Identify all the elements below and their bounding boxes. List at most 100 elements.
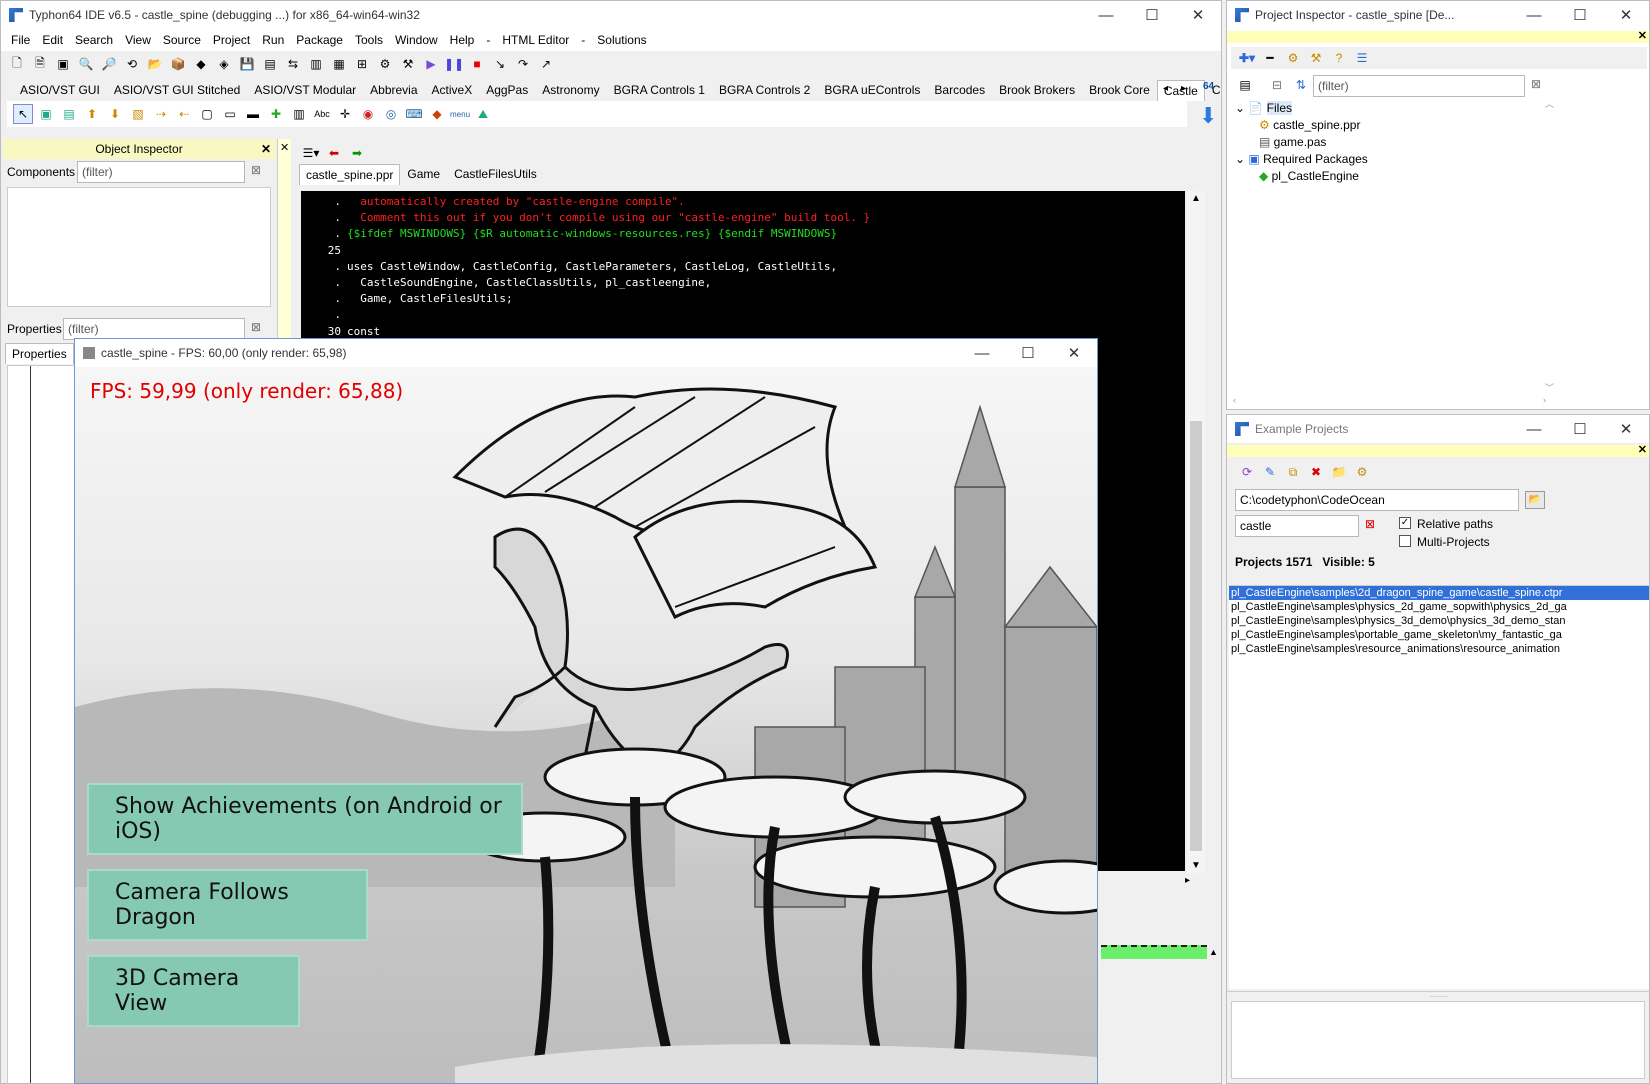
- list-item[interactable]: pl_CastleEngine\samples\resource_animati…: [1229, 642, 1649, 656]
- find-next-icon[interactable]: 🔎: [99, 54, 119, 74]
- ep-search-clear-icon[interactable]: ⊠: [1365, 517, 1375, 531]
- components-filter-clear-icon[interactable]: ⊠: [251, 163, 261, 177]
- castle-crosshair-icon[interactable]: ✛: [335, 104, 355, 124]
- pi-tree-view-icon[interactable]: ▤: [1235, 75, 1255, 95]
- menu-item-10[interactable]: Help: [444, 33, 481, 47]
- castle-terrain-icon[interactable]: ⛰: [473, 104, 493, 124]
- step-out-icon[interactable]: ↗: [536, 54, 556, 74]
- pi-add-icon[interactable]: ✚▾: [1237, 48, 1257, 68]
- castle-panel-icon[interactable]: ▥: [289, 104, 309, 124]
- run-icon[interactable]: ▶: [421, 54, 441, 74]
- code-line[interactable]: CastleSoundEngine, CastleClassUtils, pl_…: [347, 276, 711, 289]
- replace-icon[interactable]: ⟲: [122, 54, 142, 74]
- tree-item[interactable]: ⌄ ▣ Required Packages: [1235, 152, 1368, 166]
- multi-projects-checkbox[interactable]: [1399, 535, 1411, 547]
- editor-tab-1[interactable]: Game: [400, 163, 447, 185]
- ep-maximize-icon[interactable]: ☐: [1557, 415, 1603, 443]
- pi-scroll-up-icon[interactable]: ︿: [1545, 97, 1554, 110]
- find-icon[interactable]: 🔍: [76, 54, 96, 74]
- new-project-icon[interactable]: ▣: [53, 54, 73, 74]
- pi-hscroll-left-icon[interactable]: ‹: [1233, 395, 1236, 405]
- object-inspector-close-icon[interactable]: ✕: [261, 139, 271, 159]
- palette-tab-5[interactable]: AggPas: [479, 79, 535, 101]
- castle-3d-icon[interactable]: ▧: [128, 104, 148, 124]
- minimize-icon[interactable]: —: [1083, 1, 1129, 29]
- show-achievements-button[interactable]: Show Achievements (on Android or iOS): [87, 783, 523, 855]
- scroll-up-icon[interactable]: ▲: [1191, 193, 1201, 204]
- maximize-icon[interactable]: ☐: [1129, 1, 1175, 29]
- step-into-icon[interactable]: ↘: [490, 54, 510, 74]
- package-icon[interactable]: ◆: [191, 54, 211, 74]
- castle-keyboard-icon[interactable]: ⌨: [404, 104, 424, 124]
- editor-close-icon[interactable]: ✕: [280, 141, 289, 154]
- castle-load-icon[interactable]: ⇢: [151, 104, 171, 124]
- list-item[interactable]: pl_CastleEngine\samples\physics_2d_game_…: [1229, 600, 1649, 614]
- tree-item[interactable]: ◆ pl_CastleEngine: [1259, 169, 1359, 183]
- castle-window-icon[interactable]: ▢: [197, 104, 217, 124]
- code-line[interactable]: Comment this out if you don't compile us…: [347, 211, 870, 224]
- game-minimize-icon[interactable]: —: [959, 339, 1005, 367]
- castle-timer-icon[interactable]: ◎: [381, 104, 401, 124]
- pi-close-icon[interactable]: ✕: [1603, 1, 1649, 29]
- new-form-icon[interactable]: 🗎: [30, 54, 50, 74]
- list-item[interactable]: pl_CastleEngine\samples\physics_3d_demo\…: [1229, 614, 1649, 628]
- pi-sort-icon[interactable]: ☰: [1352, 48, 1372, 68]
- list-item[interactable]: pl_CastleEngine\samples\2d_dragon_spine_…: [1229, 586, 1649, 600]
- messages-scroll-up-icon[interactable]: ▲: [1209, 947, 1218, 957]
- pi-options-icon[interactable]: ⚙: [1283, 48, 1303, 68]
- components-tree[interactable]: [7, 187, 271, 307]
- menu-item-3[interactable]: View: [119, 33, 157, 47]
- ep-refresh-icon[interactable]: ⟳: [1237, 462, 1257, 482]
- pi-hscroll-right-icon[interactable]: ›: [1543, 395, 1546, 405]
- pause-icon[interactable]: ❚❚: [444, 54, 464, 74]
- menu-item-4[interactable]: Source: [157, 33, 207, 47]
- toggle-icon[interactable]: ⇆: [283, 54, 303, 74]
- jump-back-icon[interactable]: ⬅: [324, 143, 344, 163]
- ep-settings-icon[interactable]: ⚙: [1352, 462, 1372, 482]
- game-canvas[interactable]: FPS: 59,99 (only render: 65,88) Show Ach…: [75, 367, 1097, 1083]
- relative-paths-checkbox[interactable]: ✓: [1399, 517, 1411, 529]
- menu-item-9[interactable]: Window: [389, 33, 444, 47]
- editor-tab-2[interactable]: CastleFilesUtils: [447, 163, 544, 185]
- palette-tab-7[interactable]: BGRA Controls 1: [607, 79, 712, 101]
- menu-item-7[interactable]: Package: [290, 33, 349, 47]
- editor-hscroll-right-icon[interactable]: ▸: [1185, 875, 1190, 886]
- ep-browse-folder-icon[interactable]: 📂: [1525, 491, 1545, 509]
- menu-item-6[interactable]: Run: [256, 33, 290, 47]
- castle-control-icon[interactable]: ▣: [36, 104, 56, 124]
- menu-item-2[interactable]: Search: [69, 33, 119, 47]
- view-forms-icon[interactable]: ▦: [329, 54, 349, 74]
- scroll-thumb[interactable]: [1190, 421, 1202, 851]
- 3d-camera-view-button[interactable]: 3D Camera View: [87, 955, 300, 1027]
- pi-scroll-down-icon[interactable]: ﹀: [1545, 381, 1554, 394]
- castle-2d-control-icon[interactable]: ▤: [59, 104, 79, 124]
- menu-item-1[interactable]: Edit: [36, 33, 69, 47]
- pi-remove-icon[interactable]: ━: [1260, 48, 1280, 68]
- castle-save-icon[interactable]: ⇠: [174, 104, 194, 124]
- code-line[interactable]: {$ifdef MSWINDOWS} {$R automatic-windows…: [347, 227, 837, 240]
- pi-maximize-icon[interactable]: ☐: [1557, 1, 1603, 29]
- ep-path-input[interactable]: C:\codetyphon\CodeOcean: [1235, 489, 1519, 511]
- menu-item-12[interactable]: HTML Editor: [496, 33, 575, 47]
- camera-follows-dragon-button[interactable]: Camera Follows Dragon: [87, 869, 368, 941]
- close-icon[interactable]: ✕: [1175, 1, 1221, 29]
- palette-scroll-right-icon[interactable]: ▸: [1181, 83, 1186, 94]
- pi-dirs-icon[interactable]: ⊟: [1267, 75, 1287, 95]
- pi-help-icon[interactable]: ?: [1329, 48, 1349, 68]
- jump-forward-icon[interactable]: ➡: [347, 143, 367, 163]
- save-all-icon[interactable]: ▤: [260, 54, 280, 74]
- castle-menu-icon[interactable]: menu: [450, 104, 470, 124]
- ep-minimize-icon[interactable]: —: [1511, 415, 1557, 443]
- ep-strip-close-icon[interactable]: ✕: [1638, 443, 1647, 456]
- palette-tab-11[interactable]: Brook Brokers: [992, 79, 1082, 101]
- editor-vscroll[interactable]: ▲ ▼: [1187, 191, 1205, 873]
- pi-compile-icon[interactable]: ⚒: [1306, 48, 1326, 68]
- palette-tab-8[interactable]: BGRA Controls 2: [712, 79, 817, 101]
- castle-button-icon[interactable]: ▬: [243, 104, 263, 124]
- menu-item-0[interactable]: File: [5, 33, 36, 47]
- code-line[interactable]: const: [347, 325, 380, 338]
- ep-clear-icon[interactable]: ✖: [1306, 462, 1326, 482]
- pi-strip-close-icon[interactable]: ✕: [1638, 29, 1647, 42]
- castle-label-icon[interactable]: ▭: [220, 104, 240, 124]
- ep-open-icon[interactable]: ✎: [1260, 462, 1280, 482]
